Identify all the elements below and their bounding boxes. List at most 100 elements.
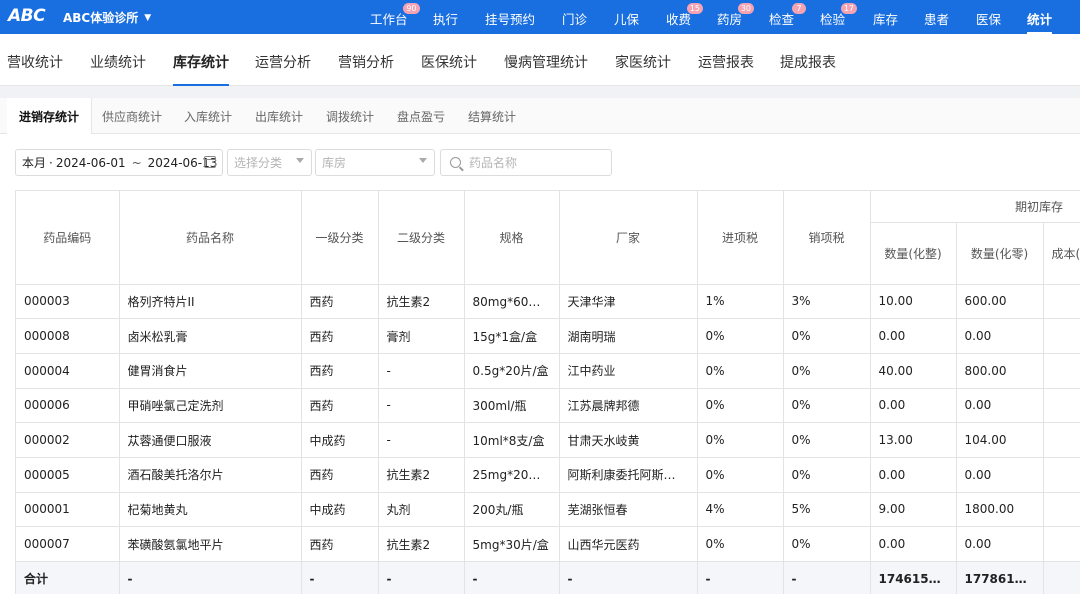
nav-item-1[interactable]: 执行 — [433, 9, 458, 28]
subnav-tab-4[interactable]: 营销分析 — [338, 52, 394, 72]
nav-item-label: 患者 — [924, 12, 950, 27]
subnav-tab-5[interactable]: 医保统计 — [421, 52, 477, 72]
calendar-icon — [204, 156, 216, 168]
nav-item-12[interactable]: 统计 — [1027, 9, 1053, 34]
table-cell: 0.00 — [870, 457, 957, 493]
subnav-tab-3[interactable]: 运营分析 — [255, 52, 311, 72]
total-cell: - — [697, 561, 784, 594]
total-cell: 17461552… — [870, 561, 957, 594]
search-icon — [450, 157, 461, 168]
notification-badge: 15 — [686, 3, 704, 14]
table-cell: 5% — [783, 492, 871, 528]
table-cell: 0% — [783, 526, 871, 562]
category-select[interactable]: 选择分类 — [227, 149, 312, 176]
inner-tab-5[interactable]: 盘点盈亏 — [397, 98, 445, 134]
sub-column-header: 数量(化整) — [870, 222, 957, 285]
nav-item-label: 药房 — [717, 12, 743, 27]
subnav-tab-2[interactable]: 库存统计 — [173, 52, 229, 86]
total-cell: - — [378, 561, 465, 594]
table-cell: 000002 — [16, 422, 120, 458]
date-prefix: 本月 — [22, 156, 47, 170]
table-row[interactable]: 000006 甲硝唑氯己定洗剂 西药 -300ml/瓶 江苏晨牌邦德 0% 0% 0.00 0.… — [16, 388, 1080, 424]
table-cell: 600.00 — [956, 284, 1044, 320]
table-cell: 15g*1盒/盒 — [464, 318, 560, 354]
inner-tab-1[interactable]: 供应商统计 — [102, 98, 162, 134]
table-cell: 0% — [783, 457, 871, 493]
nav-item-6[interactable]: 药房 30 — [717, 3, 755, 28]
column-header: 药品编码 — [16, 191, 120, 285]
drug-search-input[interactable]: 药品名称 — [440, 149, 612, 176]
total-cell: - — [301, 561, 379, 594]
nav-item-8[interactable]: 检验 17 — [820, 3, 858, 28]
inner-tab-4[interactable]: 调拨统计 — [326, 98, 374, 134]
table-row[interactable]: 000008 卤米松乳膏 西药 膏剂 15g*1盒/盒 湖南明瑞 0% 0% 0.00 0.00 — [16, 318, 1080, 354]
table-cell: 0.00 — [870, 388, 957, 424]
table-cell: 甘肃天水岐黄 — [559, 422, 698, 458]
total-cell: 17786100… — [956, 561, 1044, 594]
table-row[interactable]: 000001 杞菊地黄丸 中成药 丸剂 200丸/瓶 芜湖张恒春 4% 5% 9.00 1800.… — [16, 492, 1080, 528]
nav-item-10[interactable]: 患者 — [924, 9, 949, 28]
column-header: 销项税 — [783, 191, 871, 285]
table-cell: 中成药 — [301, 422, 379, 458]
inner-tab-3[interactable]: 出库统计 — [255, 98, 303, 134]
table-cell — [1043, 318, 1080, 354]
table-row[interactable]: 000002 苁蓉通便口服液 中成药 -10ml*8支/盒 甘肃天水岐黄 0% 0% 13.0… — [16, 422, 1080, 458]
inner-tab-6[interactable]: 结算统计 — [468, 98, 516, 134]
notification-badge: 17 — [840, 3, 858, 14]
subnav-tab-0[interactable]: 营收统计 — [7, 52, 63, 72]
table-cell: 西药 — [301, 457, 379, 493]
table-cell: 芜湖张恒春 — [559, 492, 698, 528]
table-cell: 0.00 — [956, 526, 1044, 562]
chevron-down-icon — [419, 158, 427, 163]
subnav-tab-6[interactable]: 慢病管理统计 — [504, 52, 588, 72]
table-cell: 25mg*20片/盒 — [464, 457, 560, 493]
nav-item-7[interactable]: 检查 7 — [769, 3, 807, 28]
table-cell: 0% — [697, 422, 784, 458]
warehouse-select[interactable]: 库房 — [315, 149, 435, 176]
date-range-picker[interactable]: 本月 · 2024-06-01 ~ 2024-06-13 — [15, 149, 223, 176]
table-cell: 卤米松乳膏 — [119, 318, 302, 354]
nav-item-9[interactable]: 库存 — [873, 9, 898, 28]
nav-item-label: 库存 — [873, 12, 899, 27]
table-cell: 0.00 — [870, 318, 957, 354]
nav-item-11[interactable]: 医保 — [976, 9, 1001, 28]
subnav-tab-1[interactable]: 业绩统计 — [90, 52, 146, 72]
subnav-tab-9[interactable]: 提成报表 — [780, 52, 836, 72]
subnav-tab-7[interactable]: 家医统计 — [615, 52, 671, 72]
table-cell: 5mg*30片/盒 — [464, 526, 560, 562]
subnav-tab-8[interactable]: 运营报表 — [698, 52, 754, 72]
table-cell: 膏剂 — [378, 318, 465, 354]
table-cell: 0.00 — [956, 388, 1044, 424]
table-row[interactable]: 000004 健胃消食片 西药 -0.5g*20片/盒 江中药业 0% 0% 40.00 800… — [16, 353, 1080, 389]
warehouse-placeholder: 库房 — [322, 156, 347, 170]
nav-item-3[interactable]: 门诊 — [562, 9, 587, 28]
total-cell: - — [464, 561, 560, 594]
inner-tab-0[interactable]: 进销存统计 — [7, 98, 93, 134]
stats-subnav: 营收统计 业绩统计 库存统计 运营分析 营销分析 医保统计 慢病管理统计 家医统计 运营报表 提成… — [0, 34, 1080, 86]
nav-item-2[interactable]: 挂号预约 — [485, 9, 535, 28]
table-cell: 0% — [697, 457, 784, 493]
table-cell: 抗生素2 — [378, 457, 465, 493]
table-cell: 西药 — [301, 353, 379, 389]
category-placeholder: 选择分类 — [234, 156, 283, 170]
table-cell — [1043, 457, 1080, 493]
table-cell — [1043, 526, 1080, 562]
date-start: 2024-06-01 — [55, 155, 126, 170]
nav-item-5[interactable]: 收费 15 — [666, 3, 704, 28]
nav-item-0[interactable]: 工作台 90 — [370, 3, 420, 28]
table-row[interactable]: 000005 酒石酸美托洛尔片 西药 抗生素2 25mg*20片/盒 阿斯利康委托阿斯… 0… — [16, 457, 1080, 493]
total-cell: 合计 — [16, 561, 120, 594]
inner-tab-2[interactable]: 入库统计 — [184, 98, 232, 134]
table-cell: 000003 — [16, 284, 120, 320]
main-nav: 工作台 90 执行 挂号预约 门诊 儿保 收费 15 药房 30 检查 7 检验 17 库存 患者 医保 统计 — [0, 0, 1080, 34]
table-cell: 天津华津 — [559, 284, 698, 320]
table-cell: 0% — [697, 353, 784, 389]
group-header-opening-stock: 期初库存 — [870, 191, 1080, 223]
total-row: 合计 - - - - - - -17461552… 17786100… — [16, 561, 1080, 594]
sub-column-header: 数量(化零) — [956, 222, 1044, 285]
table-cell — [1043, 284, 1080, 320]
nav-item-4[interactable]: 儿保 — [614, 9, 639, 28]
table-row[interactable]: 000007 苯磺酸氨氯地平片 西药 抗生素2 5mg*30片/盒 山西华元医药 0% 0% 0… — [16, 526, 1080, 562]
table-row[interactable]: 000003 格列齐特片II 西药 抗生素2 80mg*60片/瓶 天津华津 1% 3% 10.… — [16, 284, 1080, 320]
table-cell: 3% — [783, 284, 871, 320]
